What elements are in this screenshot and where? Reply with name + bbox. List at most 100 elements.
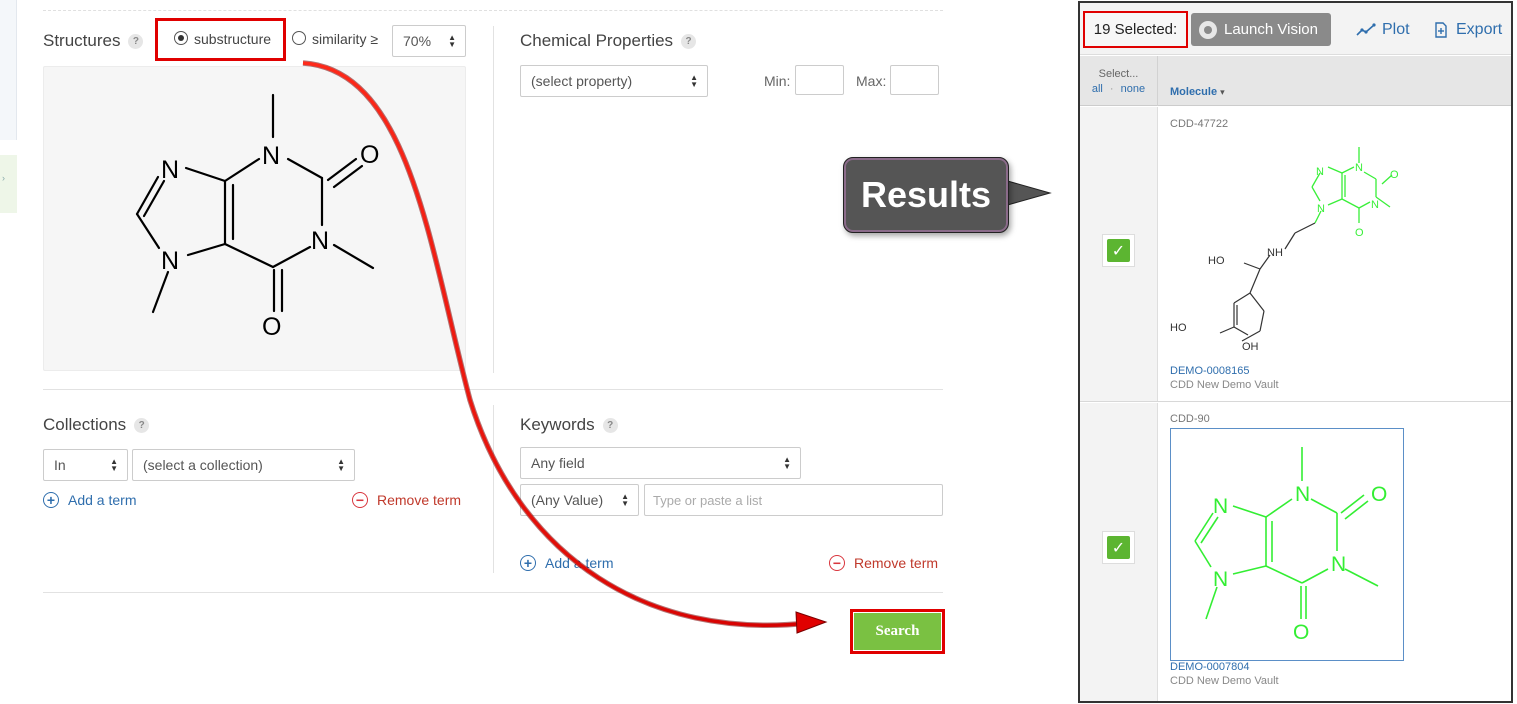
atom-o: O: [1355, 227, 1364, 239]
launch-vision-button[interactable]: Launch Vision: [1191, 13, 1331, 46]
molecule-column-label: Molecule: [1170, 86, 1218, 98]
results-table-header: Select... all · none Molecule ▾: [1080, 56, 1511, 106]
vision-icon: [1199, 20, 1217, 39]
atom-n1: N: [262, 142, 280, 170]
collection-select-value: (select a collection): [143, 457, 263, 473]
help-icon[interactable]: ?: [134, 418, 150, 433]
substructure-label: substructure: [194, 31, 272, 47]
property-select-value: (select property): [531, 73, 633, 89]
demo-id-link[interactable]: DEMO-0008165: [1170, 365, 1250, 377]
keyword-value-value: (Any Value): [531, 492, 604, 508]
updown-arrows-icon: ▲ ▼: [448, 33, 456, 49]
help-icon[interactable]: ?: [602, 418, 618, 433]
select-column-header: Select... all · none: [1080, 56, 1158, 106]
select-all-link[interactable]: all: [1092, 83, 1103, 95]
results-callout: Results: [843, 157, 1009, 233]
keyword-list-input[interactable]: Type or paste a list: [644, 484, 943, 516]
caffeine-result-drawing: N N N N O O: [1194, 447, 1387, 644]
add-term-label: Add a term: [68, 492, 137, 508]
row-checkbox[interactable]: ✓: [1102, 531, 1135, 564]
select-label: Select...: [1098, 68, 1139, 80]
structures-title: Structures?: [43, 31, 144, 51]
atom-o: O: [1390, 169, 1399, 181]
table-row: ✓ CDD-90 N N N N O O DEMO-0007804 CDD Ne…: [1080, 403, 1511, 701]
export-icon: [1435, 22, 1447, 38]
atom-o: O: [1293, 621, 1309, 644]
atom-o: O: [1371, 483, 1387, 506]
collection-operator-value: In: [54, 457, 66, 473]
help-icon[interactable]: ?: [128, 34, 144, 49]
structure-editor[interactable]: N N N N O O: [43, 66, 466, 371]
export-link[interactable]: Export: [1434, 21, 1502, 39]
keyword-value-select[interactable]: (Any Value) ▲ ▼: [520, 484, 639, 516]
molecule-drawing-selected[interactable]: N N N N O O: [1170, 428, 1404, 661]
min-label: Min:: [764, 73, 791, 89]
atom-o2: O: [262, 313, 281, 341]
substructure-radio-option[interactable]: substructure: [174, 31, 271, 49]
collection-select[interactable]: (select a collection) ▲ ▼: [132, 449, 355, 481]
updown-arrows-icon: ▲ ▼: [690, 73, 698, 89]
results-panel: 19 Selected: Launch Vision Plot Export S…: [1078, 1, 1513, 703]
top-divider: [43, 10, 943, 11]
select-separator: ·: [1109, 83, 1114, 95]
structures-title-text: Structures: [43, 31, 121, 50]
table-row: ✓ CDD-47722 N N N N O O NH HO HO OH DEMO…: [1080, 107, 1511, 402]
min-input[interactable]: [795, 65, 844, 95]
row-select-cell: ✓: [1080, 107, 1158, 401]
side-panel-arrow-icon: ›: [2, 173, 5, 183]
plot-link[interactable]: Plot: [1356, 21, 1410, 39]
remove-term-label: Remove term: [377, 492, 462, 508]
help-icon[interactable]: ?: [681, 34, 697, 49]
side-panel-edge-green: ›: [0, 155, 17, 213]
cdd-id: CDD-90: [1170, 413, 1210, 425]
updown-arrows-icon: ▲ ▼: [337, 457, 345, 473]
chemical-properties-title: Chemical Properties?: [520, 31, 697, 51]
plus-circle-icon: +: [520, 555, 536, 571]
cdd-id: CDD-47722: [1170, 118, 1229, 130]
similarity-threshold-value: 70%: [403, 33, 432, 49]
selected-count: 19 Selected:: [1085, 13, 1186, 46]
atom-n: N: [1295, 483, 1310, 506]
similarity-radio-option[interactable]: similarity ≥: [292, 31, 378, 49]
results-toolbar: 19 Selected: Launch Vision Plot Export: [1080, 3, 1511, 55]
property-select[interactable]: (select property) ▲ ▼: [520, 65, 708, 97]
molecule-column-header[interactable]: Molecule ▾: [1170, 86, 1225, 98]
collections-title: Collections?: [43, 415, 150, 435]
plot-label: Plot: [1382, 21, 1410, 38]
atom-ho: HO: [1170, 322, 1187, 334]
atom-ho: HO: [1208, 255, 1225, 267]
launch-vision-label: Launch Vision: [1224, 21, 1318, 38]
select-none-link[interactable]: none: [1121, 83, 1145, 95]
keywords-title-text: Keywords: [520, 415, 595, 434]
minus-circle-icon: −: [829, 555, 845, 571]
keywords-remove-term-link[interactable]: − Remove term: [829, 555, 938, 571]
molecule-drawing[interactable]: N N N N O O NH HO HO OH: [1170, 135, 1410, 355]
updown-arrows-icon: ▲ ▼: [110, 457, 118, 473]
collections-remove-term-link[interactable]: − Remove term: [352, 492, 461, 508]
collections-title-text: Collections: [43, 415, 127, 434]
keywords-add-term-link[interactable]: + Add a term: [520, 555, 613, 571]
max-input[interactable]: [890, 65, 939, 95]
keyword-field-select[interactable]: Any field ▲ ▼: [520, 447, 801, 479]
atom-n2: N: [311, 227, 329, 255]
atom-n: N: [1371, 199, 1379, 211]
search-button[interactable]: Search: [853, 612, 942, 651]
atom-n: N: [1213, 495, 1228, 518]
chemical-properties-title-text: Chemical Properties: [520, 31, 674, 50]
column-divider-bottom: [493, 405, 494, 573]
updown-arrows-icon: ▲ ▼: [621, 492, 629, 508]
plot-icon: [1356, 23, 1376, 36]
row-checkbox[interactable]: ✓: [1102, 234, 1135, 267]
keywords-title: Keywords?: [520, 415, 618, 435]
plus-circle-icon: +: [43, 492, 59, 508]
collection-operator-select[interactable]: In ▲ ▼: [43, 449, 128, 481]
radio-selected-icon[interactable]: [174, 31, 188, 45]
demo-id-link[interactable]: DEMO-0007804: [1170, 661, 1250, 673]
atom-n: N: [1355, 162, 1363, 174]
sort-icon: ▾: [1220, 87, 1225, 97]
radio-unselected-icon[interactable]: [292, 31, 306, 45]
collections-add-term-link[interactable]: + Add a term: [43, 492, 136, 508]
similarity-threshold-select[interactable]: 70% ▲ ▼: [392, 25, 466, 57]
caffeine-structure-drawing: N N N N O O: [135, 93, 379, 341]
vault-name: CDD New Demo Vault: [1170, 379, 1279, 391]
